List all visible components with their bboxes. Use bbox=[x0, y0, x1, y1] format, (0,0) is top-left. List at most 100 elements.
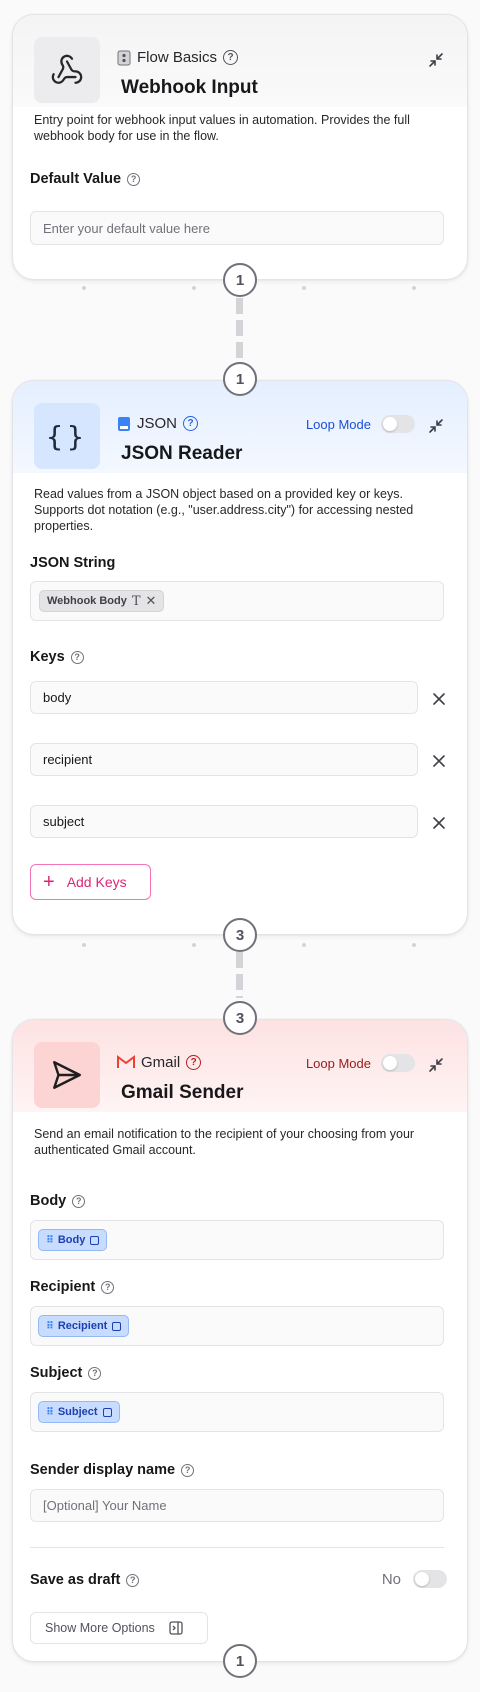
key-input[interactable]: subject bbox=[30, 805, 418, 838]
help-icon[interactable]: ? bbox=[72, 1194, 86, 1208]
flow-connector bbox=[236, 298, 243, 358]
show-more-options-button[interactable]: Show More Options bbox=[30, 1612, 208, 1644]
loop-mode-label: Loop Mode bbox=[305, 416, 371, 432]
body-input[interactable]: ⠿ Body bbox=[30, 1220, 444, 1260]
variable-chip[interactable]: ⠿ Recipient bbox=[38, 1315, 130, 1337]
webhook-icon bbox=[34, 37, 100, 103]
json-string-label: JSON String bbox=[30, 555, 116, 571]
body-label-text: Body bbox=[30, 1193, 67, 1209]
add-keys-button[interactable]: + Add Keys bbox=[30, 864, 151, 900]
plus-icon: + bbox=[43, 871, 55, 893]
variable-chip[interactable]: Webhook Body T ✕ bbox=[39, 590, 165, 612]
flow-basics-logo-icon bbox=[117, 50, 131, 66]
braces-icon: {} bbox=[34, 403, 100, 469]
section-divider bbox=[30, 1547, 444, 1548]
save-as-draft-toggle[interactable] bbox=[413, 1570, 447, 1588]
card-header: Flow Basics ? Webhook Input bbox=[13, 15, 467, 107]
help-icon[interactable]: ? bbox=[101, 1280, 115, 1294]
node-description: Entry point for webhook input values in … bbox=[34, 113, 410, 143]
show-more-options-label: Show More Options bbox=[45, 1621, 155, 1635]
variable-type-icon bbox=[112, 1321, 122, 1331]
category-label: Flow Basics ? bbox=[117, 49, 239, 66]
keys-label-text: Keys bbox=[30, 649, 65, 665]
recipient-label-text: Recipient bbox=[30, 1279, 96, 1295]
loop-mode: Loop Mode bbox=[306, 1054, 415, 1072]
sender-display-name-label: Sender display name ? bbox=[30, 1462, 195, 1478]
key-input[interactable]: body bbox=[30, 681, 418, 714]
step-badge: 1 bbox=[223, 362, 257, 396]
sender-label-text: Sender display name bbox=[30, 1462, 176, 1478]
recipient-input[interactable]: ⠿ Recipient bbox=[30, 1306, 444, 1346]
gmail-logo-icon bbox=[117, 1054, 135, 1071]
sender-display-name-input[interactable]: [Optional] Your Name bbox=[30, 1489, 444, 1522]
loop-mode: Loop Mode bbox=[306, 415, 415, 433]
node-title: Webhook Input bbox=[121, 77, 258, 98]
chip-label: Body bbox=[57, 1234, 86, 1246]
variable-type-icon bbox=[102, 1407, 112, 1417]
node-title: JSON Reader bbox=[121, 443, 243, 464]
add-keys-label: Add Keys bbox=[66, 874, 127, 890]
category-text: JSON bbox=[137, 415, 178, 432]
collapse-icon[interactable] bbox=[427, 1056, 445, 1074]
help-icon[interactable]: ? bbox=[186, 1055, 202, 1070]
step-badge: 1 bbox=[223, 1644, 257, 1678]
panel-expand-icon bbox=[169, 1621, 183, 1635]
remove-key-icon[interactable] bbox=[431, 753, 447, 769]
collapse-icon[interactable] bbox=[427, 51, 445, 69]
step-badge: 1 bbox=[223, 263, 257, 297]
save-as-draft-control: No bbox=[382, 1570, 447, 1588]
drag-handle-icon[interactable]: ⠿ bbox=[46, 1321, 54, 1332]
json-string-input[interactable]: Webhook Body T ✕ bbox=[30, 581, 444, 621]
node-description: Read values from a JSON object based on … bbox=[34, 487, 414, 533]
help-icon[interactable]: ? bbox=[127, 172, 141, 186]
category-label: Gmail ? bbox=[117, 1054, 202, 1071]
help-icon[interactable]: ? bbox=[181, 1463, 195, 1477]
remove-key-icon[interactable] bbox=[431, 691, 447, 707]
chip-label: Subject bbox=[57, 1406, 98, 1418]
category-text: Flow Basics bbox=[137, 49, 218, 66]
loop-mode-toggle[interactable] bbox=[381, 415, 415, 433]
drag-handle-icon[interactable]: ⠿ bbox=[46, 1407, 54, 1418]
send-icon bbox=[34, 1042, 100, 1108]
webhook-input-card: Flow Basics ? Webhook Input Entry point … bbox=[12, 14, 468, 280]
help-icon[interactable]: ? bbox=[183, 416, 199, 431]
subject-input[interactable]: ⠿ Subject bbox=[30, 1392, 444, 1432]
chip-label: Recipient bbox=[57, 1320, 108, 1332]
category-text: Gmail bbox=[141, 1054, 181, 1071]
subject-label: Subject ? bbox=[30, 1365, 102, 1381]
step-badge: 3 bbox=[223, 918, 257, 952]
subject-label-text: Subject bbox=[30, 1365, 83, 1381]
save-as-draft-label-text: Save as draft bbox=[30, 1572, 121, 1588]
loop-mode-toggle[interactable] bbox=[381, 1054, 415, 1072]
help-icon[interactable]: ? bbox=[70, 650, 84, 664]
node-description: Send an email notification to the recipi… bbox=[34, 1127, 415, 1157]
save-as-draft-value: No bbox=[381, 1570, 401, 1588]
node-title: Gmail Sender bbox=[121, 1082, 244, 1103]
save-as-draft-label: Save as draft ? bbox=[30, 1572, 140, 1588]
keys-label: Keys ? bbox=[30, 649, 84, 665]
variable-type-icon bbox=[90, 1235, 100, 1245]
text-type-icon: T bbox=[131, 593, 141, 609]
flow-connector bbox=[236, 952, 243, 998]
gmail-sender-card: Gmail ? Gmail Sender Loop Mode Send an e… bbox=[12, 1019, 468, 1662]
category-label: JSON ? bbox=[117, 415, 199, 432]
close-icon[interactable]: ✕ bbox=[146, 593, 157, 609]
recipient-label: Recipient ? bbox=[30, 1279, 115, 1295]
help-icon[interactable]: ? bbox=[88, 1366, 102, 1380]
variable-chip[interactable]: ⠿ Body bbox=[38, 1229, 108, 1251]
step-badge: 3 bbox=[223, 1001, 257, 1035]
json-reader-card: {} JSON ? JSON Reader Loop Mode Read val… bbox=[12, 380, 468, 935]
default-value-input[interactable]: Enter your default value here bbox=[30, 211, 444, 245]
remove-key-icon[interactable] bbox=[431, 815, 447, 831]
default-value-label-text: Default Value bbox=[30, 171, 122, 187]
loop-mode-label: Loop Mode bbox=[305, 1055, 371, 1071]
collapse-icon[interactable] bbox=[427, 417, 445, 435]
json-logo-icon bbox=[117, 416, 131, 432]
chip-label: Webhook Body bbox=[47, 595, 127, 607]
body-label: Body ? bbox=[30, 1193, 86, 1209]
variable-chip[interactable]: ⠿ Subject bbox=[38, 1401, 120, 1423]
help-icon[interactable]: ? bbox=[223, 50, 239, 65]
help-icon[interactable]: ? bbox=[126, 1573, 140, 1587]
key-input[interactable]: recipient bbox=[30, 743, 418, 776]
drag-handle-icon[interactable]: ⠿ bbox=[46, 1235, 54, 1246]
